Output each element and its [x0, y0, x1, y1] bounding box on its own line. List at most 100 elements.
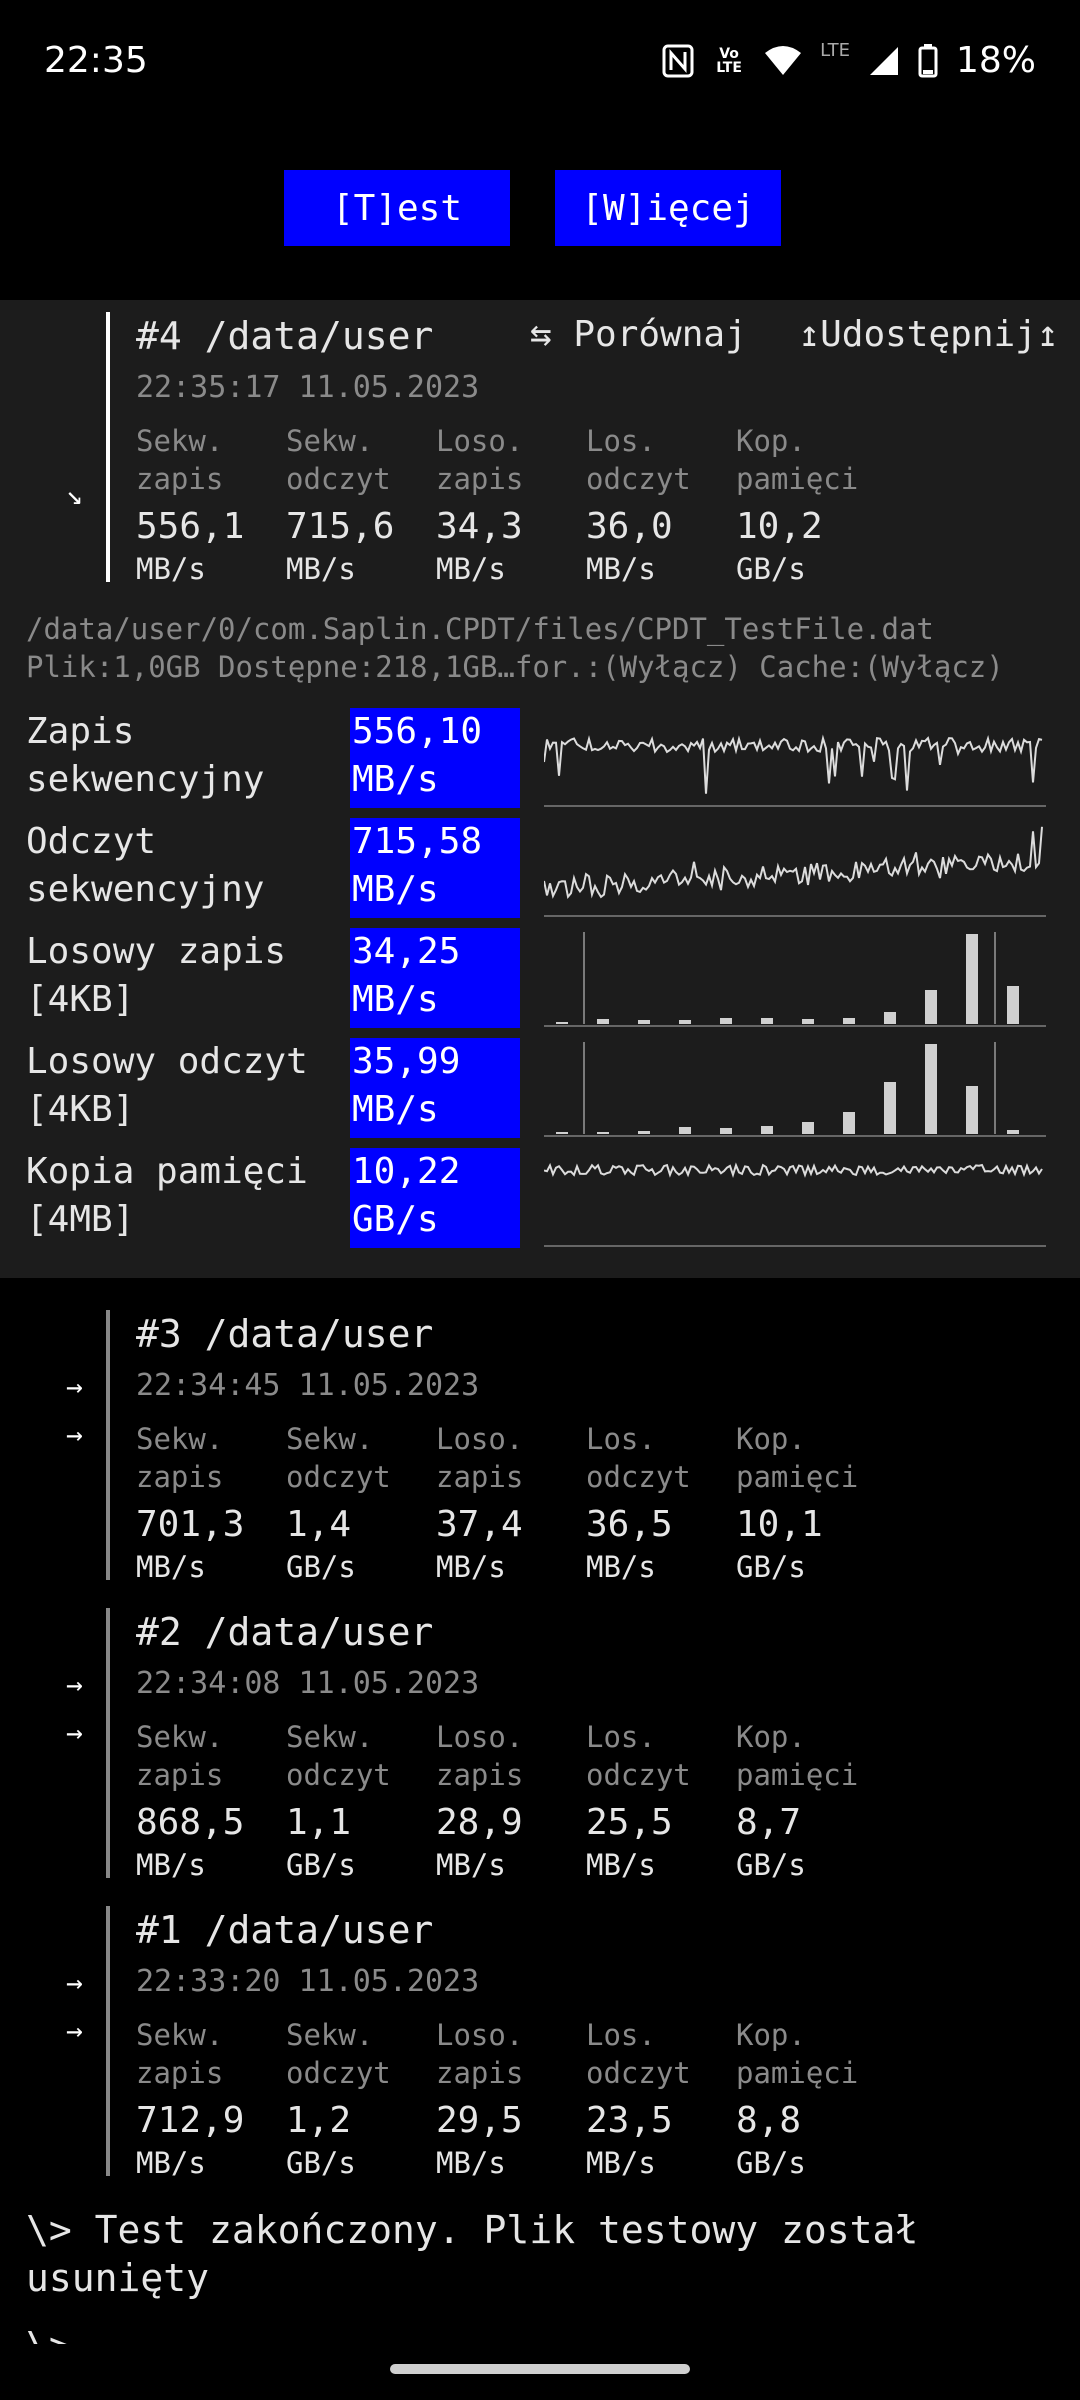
result-date: 22:35:17 11.05.2023	[136, 370, 480, 405]
graph-bar	[679, 1020, 691, 1024]
battery-percent: 18%	[955, 40, 1036, 81]
graph-line	[544, 1162, 1043, 1179]
bench-label: Kopia pamięci [4MB]	[26, 1151, 308, 1240]
graph-bar	[843, 1112, 855, 1134]
compare-arrow-icon[interactable]: →	[66, 1716, 83, 1749]
graph-bar	[884, 1012, 896, 1024]
console-prompt: \>	[26, 2324, 72, 2344]
result-title: #2 /data/user	[136, 1610, 434, 1654]
wifi-icon	[764, 45, 802, 77]
graph-bar	[966, 1086, 978, 1134]
graph-bar	[638, 1020, 650, 1024]
metric-rand-write: Loso. zapis 34,3 MB/s	[436, 424, 524, 586]
result-date: 22:34:45 11.05.2023	[136, 1368, 480, 1403]
metric-mem-copy: Kop. pamięci 10,1 GB/s	[736, 1422, 859, 1584]
graph-bar	[1007, 986, 1019, 1024]
bench-value: 35,99 MB/s	[350, 1038, 520, 1138]
history-result-card[interactable]: → → #3 /data/user 22:34:45 11.05.2023 Sekw. z…	[0, 1298, 1080, 1588]
bench-row-rand-read: Losowy odczyt [4KB] 35,99 MB/s	[0, 1038, 1080, 1138]
compare-button[interactable]: ⇆ Porównaj	[530, 314, 747, 355]
metric-rand-write: Loso. zapis 37,4 MB/s	[436, 1422, 524, 1584]
expand-arrow-icon[interactable]: →	[66, 1370, 83, 1403]
test-file-info: Plik:1,0GB Dostępne:218,1GB…for.:(Wyłącz…	[26, 650, 1004, 684]
metric-seq-read: Sekw. odczyt 1,4 GB/s	[286, 1422, 391, 1584]
bench-label: Losowy odczyt [4KB]	[26, 1041, 308, 1130]
graph-bar	[966, 934, 978, 1024]
graph-bar	[597, 1019, 609, 1024]
history-result-card[interactable]: → → #2 /data/user 22:34:08 11.05.2023 Sekw. z…	[0, 1596, 1080, 1886]
result-indicator-bar	[106, 312, 110, 582]
bench-value: 34,25 MB/s	[350, 928, 520, 1028]
metric-seq-read: Sekw. odczyt 715,6 MB/s	[286, 424, 395, 586]
latest-result-card[interactable]: ↘ #4 /data/user ⇆ Porównaj ↥Udostępnij↥ …	[0, 300, 1080, 590]
bench-value: 556,10 MB/s	[350, 708, 520, 808]
metric-mem-copy: Kop. pamięci 10,2 GB/s	[736, 424, 859, 586]
graph-bar	[761, 1126, 773, 1134]
bench-row-rand-write: Losowy zapis [4KB] 34,25 MB/s	[0, 928, 1080, 1028]
metric-rand-read: Los. odczyt 23,5 MB/s	[586, 2018, 691, 2180]
result-indicator-bar	[106, 1906, 110, 2176]
result-title: #1 /data/user	[136, 1908, 434, 1952]
result-indicator-bar	[106, 1608, 110, 1878]
expand-arrow-icon[interactable]: →	[66, 1966, 83, 1999]
top-buttons: [T]est [W]ięcej	[0, 170, 1080, 246]
share-button[interactable]: ↥Udostępnij↥	[798, 314, 1058, 355]
metric-mem-copy: Kop. pamięci 8,8 GB/s	[736, 2018, 859, 2180]
final-message: \> Test zakończony. Plik testowy został …	[26, 2208, 919, 2300]
metric-mem-copy: Kop. pamięci 8,7 GB/s	[736, 1720, 859, 1882]
bench-graph-seq-read	[544, 826, 1046, 917]
graph-bar	[925, 990, 937, 1024]
result-date: 22:33:20 11.05.2023	[136, 1964, 480, 1999]
bench-value: 10,22 GB/s	[350, 1148, 520, 1248]
gesture-nav-handle[interactable]	[390, 2364, 690, 2374]
bench-value: 715,58 MB/s	[350, 818, 520, 918]
graph-bar	[925, 1044, 937, 1134]
result-title: #4 /data/user	[136, 314, 434, 358]
graph-bar	[802, 1122, 814, 1134]
test-file-path: /data/user/0/com.Saplin.CPDT/files/CPDT_…	[26, 612, 934, 646]
result-title: #3 /data/user	[136, 1312, 434, 1356]
metric-seq-write: Sekw. zapis 868,5 MB/s	[136, 1720, 245, 1882]
lte-label: LTE	[820, 40, 850, 61]
graph-bar	[761, 1018, 773, 1024]
bench-label: Losowy zapis [4KB]	[26, 931, 287, 1020]
bench-graph-seq-write	[544, 734, 1046, 807]
bench-graph-rand-read	[544, 1042, 1046, 1137]
metric-seq-write: Sekw. zapis 712,9 MB/s	[136, 2018, 245, 2180]
bench-row-seq-write: Zapis sekwencyjny 556,10 MB/s	[0, 708, 1080, 808]
graph-line	[544, 826, 1043, 900]
signal-icon	[868, 45, 900, 77]
graph-bar	[720, 1018, 732, 1024]
graph-line	[544, 734, 1043, 794]
status-icons: Vo LTE LTE 18%	[662, 40, 1036, 81]
metric-rand-read: Los. odczyt 25,5 MB/s	[586, 1720, 691, 1882]
compare-arrow-icon[interactable]: →	[66, 2014, 83, 2047]
collapse-arrow-icon[interactable]: ↘	[66, 478, 83, 511]
history-result-card[interactable]: → → #1 /data/user 22:33:20 11.05.2023 Sekw. z…	[0, 1894, 1080, 2184]
metric-rand-write: Loso. zapis 28,9 MB/s	[436, 1720, 524, 1882]
expand-arrow-icon[interactable]: →	[66, 1668, 83, 1701]
nfc-icon	[662, 44, 694, 78]
test-button[interactable]: [T]est	[284, 170, 510, 246]
compare-arrow-icon[interactable]: →	[66, 1418, 83, 1451]
graph-bar	[1007, 1130, 1019, 1134]
graph-bar	[843, 1018, 855, 1024]
graph-bar	[720, 1128, 732, 1134]
result-actions: ⇆ Porównaj ↥Udostępnij↥	[530, 314, 1080, 355]
metric-rand-write: Loso. zapis 29,5 MB/s	[436, 2018, 524, 2180]
bench-label: Zapis sekwencyjny	[26, 711, 265, 800]
metric-rand-read: Los. odczyt 36,0 MB/s	[586, 424, 691, 586]
bench-row-mem-copy: Kopia pamięci [4MB] 10,22 GB/s	[0, 1148, 1080, 1248]
bench-graph-rand-write	[544, 932, 1046, 1027]
more-button[interactable]: [W]ięcej	[555, 170, 781, 246]
metric-seq-read: Sekw. odczyt 1,1 GB/s	[286, 1720, 391, 1882]
metric-rand-read: Los. odczyt 36,5 MB/s	[586, 1422, 691, 1584]
graph-bar	[802, 1019, 814, 1024]
result-indicator-bar	[106, 1310, 110, 1580]
bench-graph-mem-copy	[544, 1162, 1046, 1247]
volte-icon: Vo LTE	[716, 45, 742, 76]
status-time: 22:35	[44, 40, 148, 81]
bench-label: Odczyt sekwencyjny	[26, 821, 265, 910]
battery-icon	[918, 43, 938, 78]
metric-seq-write: Sekw. zapis 701,3 MB/s	[136, 1422, 245, 1584]
